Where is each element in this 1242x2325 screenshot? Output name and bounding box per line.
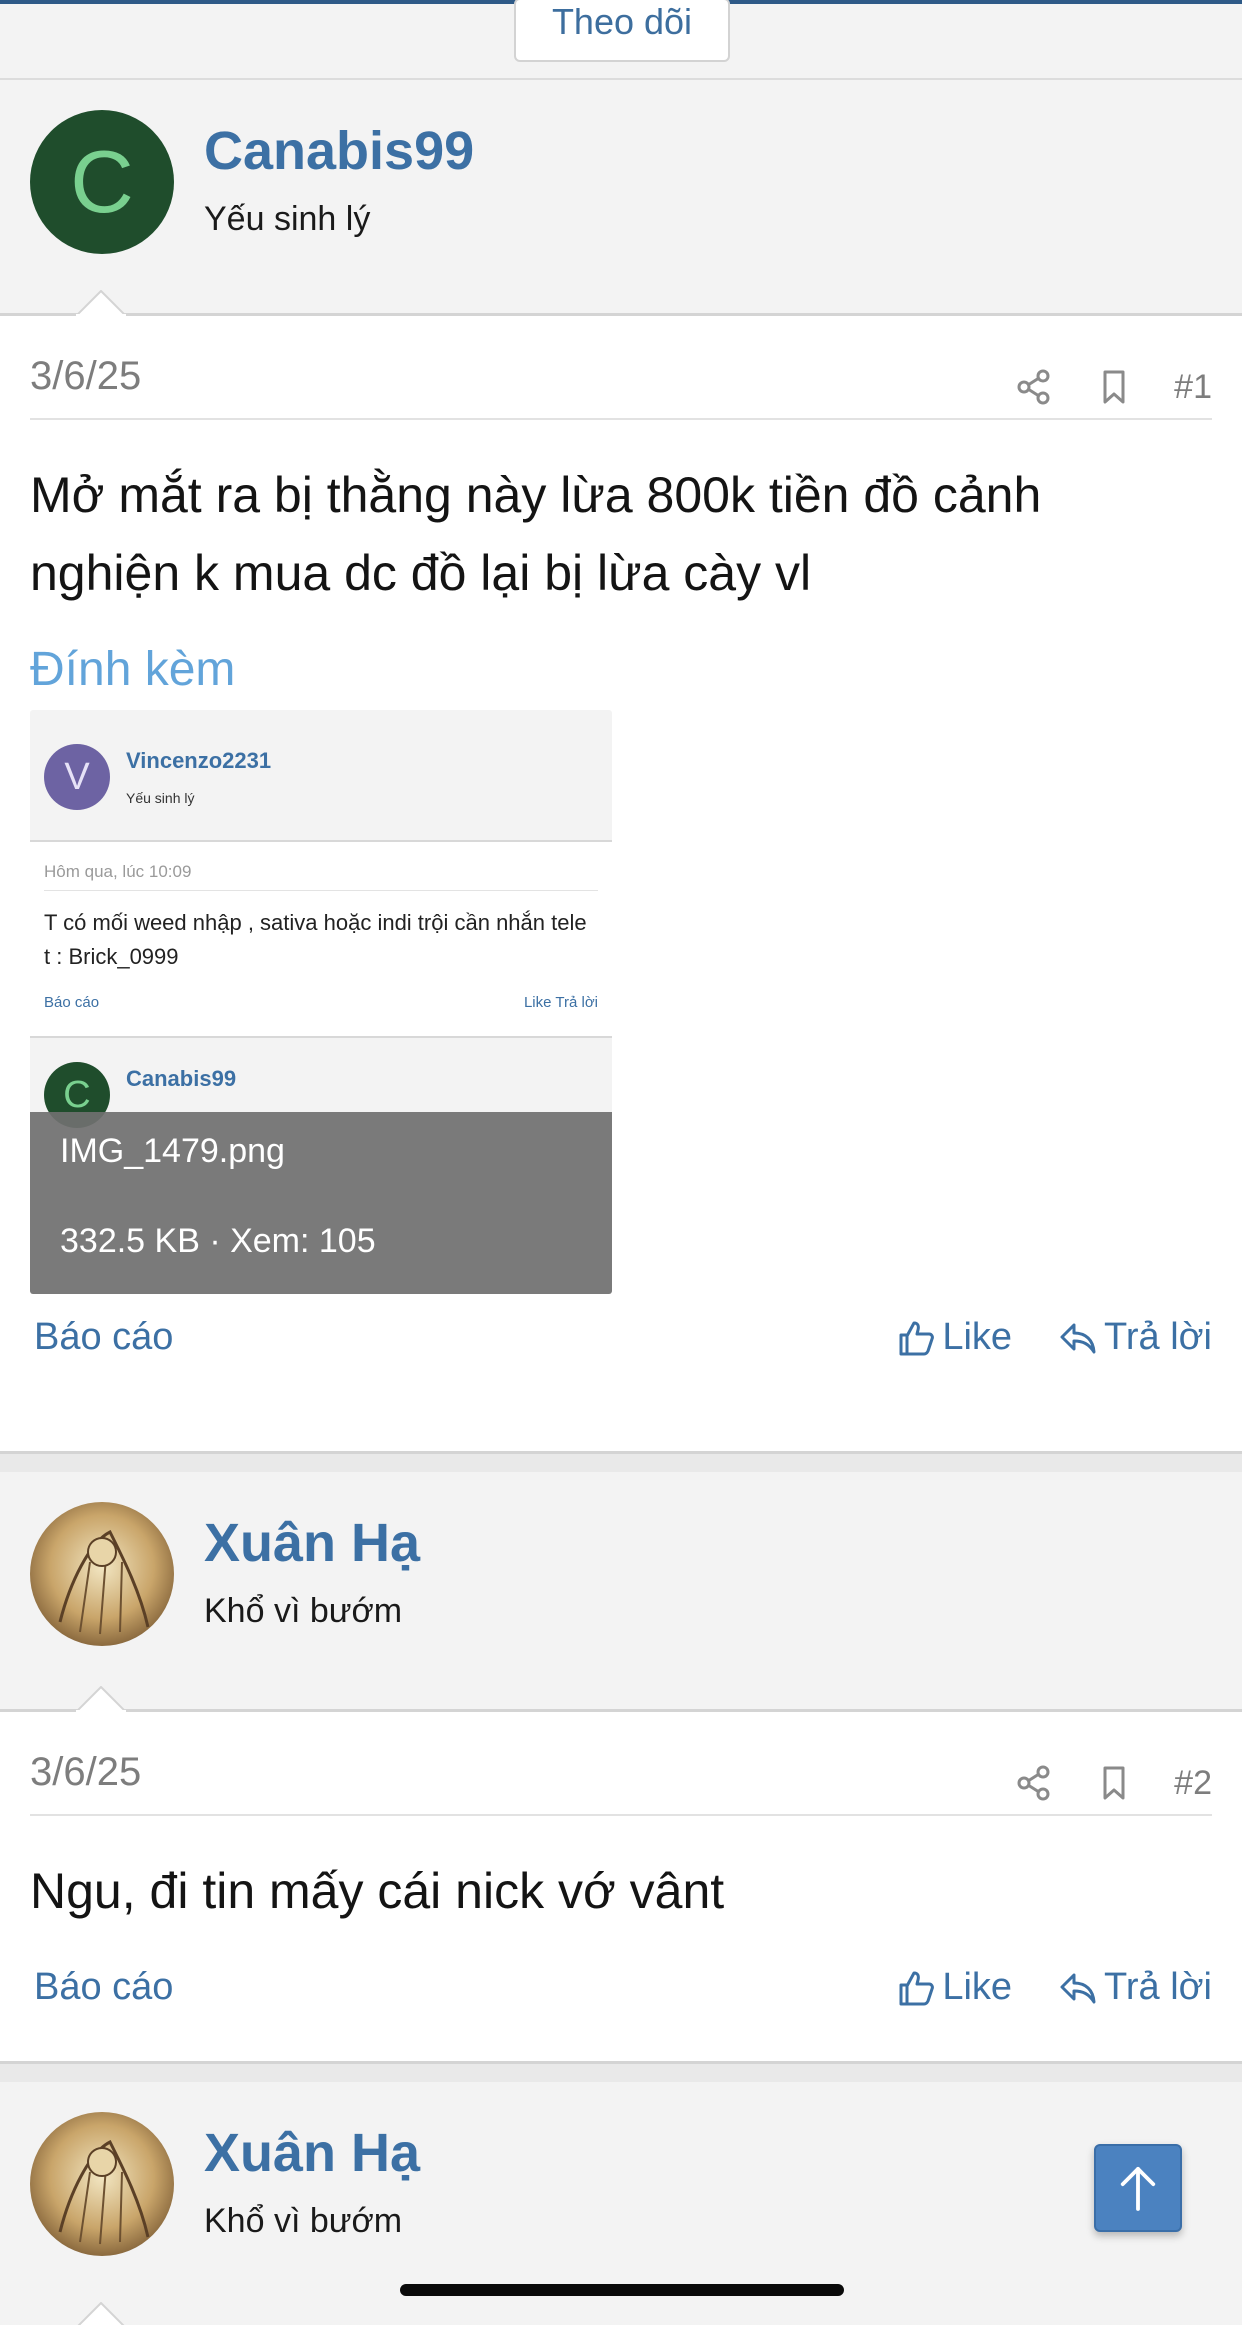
post-actions: Like Trả lời [850,1316,1212,1359]
reply-label: Trả lời [1104,1966,1212,2008]
post-separator [0,1454,1242,1472]
post-separator [0,2064,1242,2082]
username-link[interactable]: Xuân Hạ [204,1512,420,1574]
post-date[interactable]: 3/6/25 [30,354,141,399]
reply-button[interactable]: Trả lời [1058,1966,1212,2009]
follow-button[interactable]: Theo dõi [514,0,730,62]
preview-divider [44,890,598,891]
username-link[interactable]: Canabis99 [204,120,474,182]
post-actions: Like Trả lời [850,1966,1212,2009]
post-author-block: Xuân Hạ Khổ vì bướm [0,1472,1242,1712]
preview-header: V Vincenzo2231 Yếu sinh lý [30,710,612,842]
message-pointer [77,2302,125,2325]
divider [30,1814,1212,1816]
thumbs-up-icon [899,1321,935,1355]
message-pointer [76,290,126,316]
thumbs-up-icon [899,1971,935,2005]
reply-label: Trả lời [1104,1316,1212,1358]
preview-date: Hôm qua, lúc 10:09 [44,862,192,881]
share-icon[interactable] [1014,367,1054,407]
divider [30,418,1212,420]
post-tools: #1 [974,362,1212,412]
thread-header: Theo dõi [0,0,1242,80]
bookmark-icon[interactable] [1094,1763,1134,1803]
preview-user-title: Yếu sinh lý [126,790,195,806]
attachments-label: Đính kèm [30,643,236,696]
avatar[interactable] [30,1502,174,1646]
post-author-block: C Canabis99 Yếu sinh lý [0,80,1242,316]
avatar[interactable] [30,2112,174,2256]
post-tools: #2 [974,1758,1212,1808]
user-title: Yếu sinh lý [204,200,371,238]
username-link[interactable]: Xuân Hạ [204,2122,420,2184]
message-pointer [76,1686,126,1712]
report-link[interactable]: Báo cáo [34,1316,173,1359]
preview-username: Vincenzo2231 [126,748,272,773]
post-body: Ngu, đi tin mấy cái nick vớ vânt [30,1863,725,1919]
preview-body: T có mối weed nhập , sativa hoặc indi tr… [44,910,587,969]
report-link[interactable]: Báo cáo [34,1966,173,2009]
arrow-up-icon [1120,2167,1156,2211]
user-title: Khổ vì bướm [204,2202,403,2240]
attachment-filename: IMG_1479.png [60,1132,285,1170]
like-button[interactable]: Like [896,1316,1012,1359]
reply-arrow-icon [1060,1973,1096,2003]
home-indicator [400,2284,844,2296]
attachment-info-overlay: IMG_1479.png 332.5 KB · Xem: 105 [30,1112,612,1294]
attachment-thumbnail[interactable]: V Vincenzo2231 Yếu sinh lý Hôm qua, lúc … [30,710,612,1294]
user-title: Khổ vì bướm [204,1592,403,1630]
attachment-meta: 332.5 KB · Xem: 105 [60,1222,376,1260]
like-button[interactable]: Like [896,1966,1012,2009]
avatar[interactable]: C [30,110,174,254]
reply-button[interactable]: Trả lời [1058,1316,1212,1359]
reply-arrow-icon [1060,1323,1096,1353]
preview-actions: Like Trả lời [523,994,598,1011]
scroll-to-top-button[interactable] [1094,2144,1182,2232]
like-label: Like [942,1316,1013,1358]
preview-next-username: Canabis99 [126,1066,237,1091]
post-footer: Báo cáo Like Trả lời [30,1316,1212,1372]
bookmark-icon[interactable] [1094,367,1134,407]
post-2: 3/6/25 #2 Ngu, đi tin mấy cái nick vớ vâ… [0,1712,1242,2064]
preview-avatar: V [44,744,110,810]
post-footer: Báo cáo Like Trả lời [30,1966,1212,2022]
post-date[interactable]: 3/6/25 [30,1750,141,1795]
share-icon[interactable] [1014,1763,1054,1803]
post-number[interactable]: #2 [1174,1764,1212,1803]
post-body: Mở mắt ra bị thằng này lừa 800k tiền đồ … [30,467,1042,601]
post-number[interactable]: #1 [1174,368,1212,407]
like-label: Like [942,1966,1013,2008]
preview-report: Báo cáo [44,994,100,1011]
post-1: 3/6/25 #1 Mở mắt ra bị thằng này lừa 800… [0,316,1242,1454]
